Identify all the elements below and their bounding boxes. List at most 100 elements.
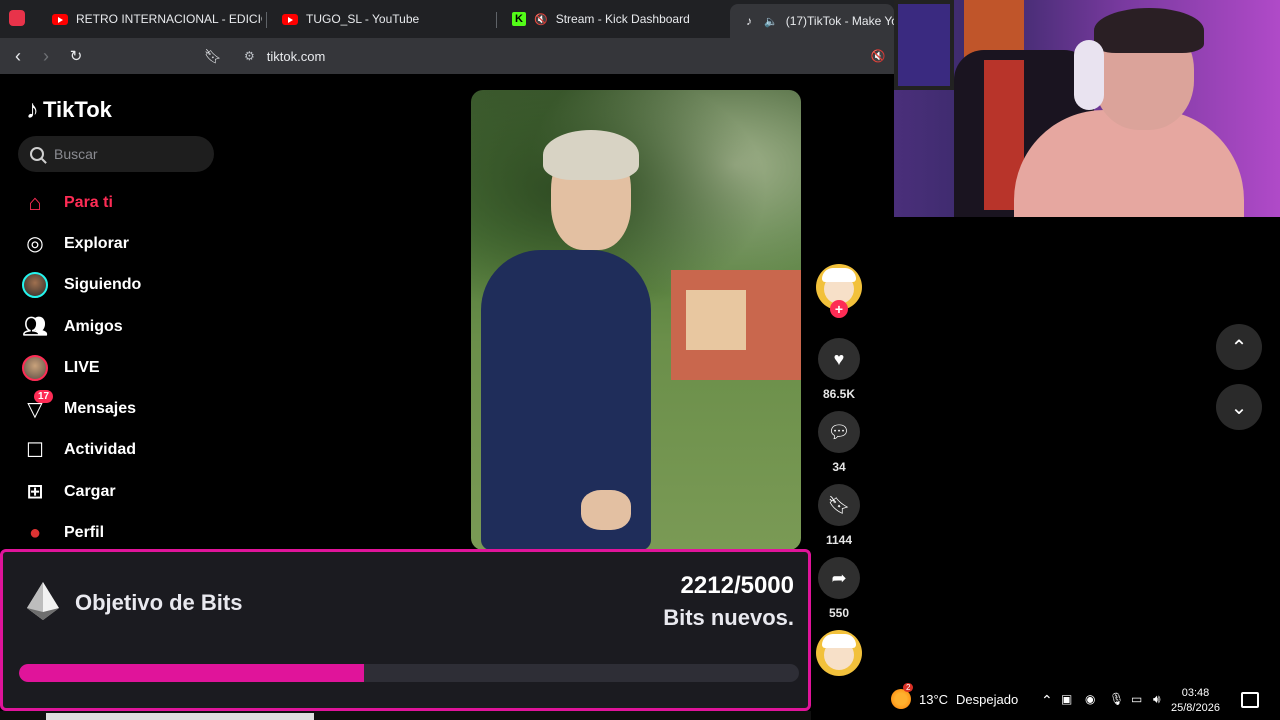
bookmark-icon: 🔖︎	[827, 494, 851, 515]
video-player[interactable]	[471, 90, 801, 550]
save-button[interactable]: 🔖︎	[818, 484, 860, 526]
tab-tiktok[interactable]: ♪ 🔈 (17)TikTok - Make Your	[730, 4, 894, 38]
kick-icon: K	[512, 12, 526, 26]
like-count: 86.5K	[822, 387, 856, 401]
back-arrow-icon[interactable]: ‹	[4, 42, 32, 70]
sidebar-item-mensajes[interactable]: ▽ 17 Mensajes	[22, 388, 222, 429]
muted-speaker-icon[interactable]: 🔇	[534, 13, 548, 26]
streamer-hair	[1094, 8, 1204, 53]
tab-title: TUGO_SL - YouTube	[306, 12, 420, 26]
sidebar-item-label: Para ti	[64, 193, 113, 211]
previous-video-button[interactable]: ⌃	[1216, 324, 1262, 370]
heart-icon: ♥	[833, 348, 845, 369]
chevron-up-icon[interactable]: ⌃	[1041, 692, 1053, 709]
sidebar-item-label: Cargar	[64, 482, 116, 500]
search-input[interactable]: Buscar	[18, 136, 214, 172]
comment-icon: 💬︎	[827, 421, 851, 442]
headset-icon	[1074, 40, 1104, 110]
next-video-button[interactable]: ⌄	[1216, 384, 1262, 430]
share-count: 550	[828, 606, 850, 620]
sidebar-item-actividad[interactable]: ☐ Actividad	[22, 430, 222, 471]
sidebar-item-explorar[interactable]: ◎ Explorar	[22, 223, 222, 264]
sidebar-item-label: Explorar	[64, 234, 129, 252]
tray-app-icon[interactable]: ◉	[1085, 692, 1095, 706]
music-disc-avatar[interactable]	[816, 630, 862, 676]
browser-tab-strip: RETRO INTERNACIONAL - EDICION TUGO_SL - …	[0, 0, 894, 38]
sidebar-item-label: Actividad	[64, 441, 137, 459]
upload-icon: ⊞	[26, 481, 44, 504]
share-button[interactable]: ➦	[818, 557, 860, 599]
bookmark-icon[interactable]: 🔖︎	[199, 42, 227, 70]
sidebar-item-para-ti[interactable]: ⌂ Para ti	[22, 182, 222, 223]
share-icon: ➦	[831, 567, 847, 588]
comment-button[interactable]: 💬︎	[818, 411, 860, 453]
save-count: 1144	[825, 533, 853, 547]
muted-speaker-icon[interactable]: 🔇	[864, 42, 892, 70]
forward-arrow-icon[interactable]: ›	[32, 42, 60, 70]
chevron-up-icon: ⌃	[1230, 336, 1248, 359]
webcam-overlay	[894, 0, 1280, 217]
bits-progress-track	[19, 664, 799, 682]
tiktok-icon: ♪	[746, 14, 752, 28]
sun-icon: 2	[891, 683, 914, 709]
youtube-icon	[282, 13, 298, 25]
messages-icon: ▽ 17	[22, 390, 54, 422]
speaker-icon[interactable]: 🔈	[764, 15, 778, 28]
tab-divider	[266, 12, 267, 28]
live-avatar-icon	[22, 354, 48, 381]
tab-title: Stream - Kick Dashboard	[555, 12, 690, 26]
logo-text: TikTok	[43, 96, 112, 122]
temperature-text: 13°C	[919, 691, 949, 707]
sidebar-item-live[interactable]: LIVE	[22, 347, 222, 388]
address-bar[interactable]: ⚙ tiktok.com	[236, 42, 886, 70]
sidebar-item-amigos[interactable]: 👥︎ Amigos	[22, 306, 222, 347]
bits-current: 2212	[680, 572, 734, 599]
system-clock[interactable]: 03:48 25/8/2026	[1171, 686, 1220, 716]
clock-date: 25/8/2026	[1171, 702, 1220, 714]
message-count-badge: 17	[34, 390, 54, 404]
sidebar-item-label: LIVE	[64, 358, 100, 376]
like-button[interactable]: ♥	[818, 338, 860, 380]
following-avatar-icon	[22, 272, 48, 299]
bits-target: /5000	[733, 572, 794, 599]
url-text: tiktok.com	[266, 48, 326, 64]
video-player-figure	[481, 130, 661, 550]
follow-plus-icon[interactable]: +	[830, 300, 848, 318]
microphone-icon[interactable]: 🎙︎	[1109, 692, 1124, 706]
bits-goal-subtitle: Bits nuevos.	[663, 605, 794, 630]
friends-icon: 👥︎	[22, 316, 48, 339]
home-icon: ⌂	[28, 189, 42, 215]
sidebar-item-cargar[interactable]: ⊞ Cargar	[22, 471, 222, 512]
browser-toolbar: ‹ › ↻ 🔖︎ ⚙ tiktok.com 🔇	[0, 38, 894, 74]
notifications-icon[interactable]	[1241, 692, 1259, 708]
bits-goal-title: Objetivo de Bits	[75, 590, 243, 615]
tiktok-logo[interactable]: ♪ TikTok	[26, 94, 112, 125]
sidebar-item-perfil[interactable]: ● Perfil	[22, 512, 222, 553]
tab-kick[interactable]: K 🔇 Stream - Kick Dashboard	[500, 4, 722, 34]
bottom-taskbar-strip	[0, 711, 811, 720]
site-info-icon[interactable]: ⚙	[244, 49, 255, 63]
weather-badge: 2	[903, 683, 914, 692]
browser-menu-icon[interactable]	[9, 10, 25, 26]
tab-tugo[interactable]: TUGO_SL - YouTube	[270, 4, 492, 34]
video-background-building	[671, 270, 801, 380]
profile-icon: ●	[28, 521, 42, 544]
weather-widget[interactable]: 2 13°C Despejado	[891, 683, 1019, 709]
sidebar-item-label: Mensajes	[64, 400, 137, 418]
reload-icon[interactable]: ↻	[62, 42, 90, 70]
sidebar-item-siguiendo[interactable]: Siguiendo	[22, 265, 222, 306]
volume-icon[interactable]: 🔊︎	[1153, 692, 1161, 707]
weather-text: Despejado	[956, 691, 1019, 707]
bits-goal-widget: Objetivo de Bits 2212/5000 Bits nuevos.	[0, 549, 811, 711]
taskbar-preview	[46, 713, 314, 720]
search-placeholder: Buscar	[54, 146, 98, 162]
youtube-icon	[52, 13, 68, 25]
tab-retro[interactable]: RETRO INTERNACIONAL - EDICION	[40, 4, 262, 34]
network-icon[interactable]: ▭	[1131, 692, 1142, 706]
sidebar-item-label: Siguiendo	[64, 276, 142, 294]
tab-divider	[496, 12, 497, 28]
chevron-down-icon: ⌄	[1230, 396, 1248, 419]
sidebar-item-label: Perfil	[64, 524, 105, 542]
tray-app-icon[interactable]: ▣	[1061, 692, 1072, 706]
bits-goal-count: 2212/5000	[681, 572, 794, 600]
